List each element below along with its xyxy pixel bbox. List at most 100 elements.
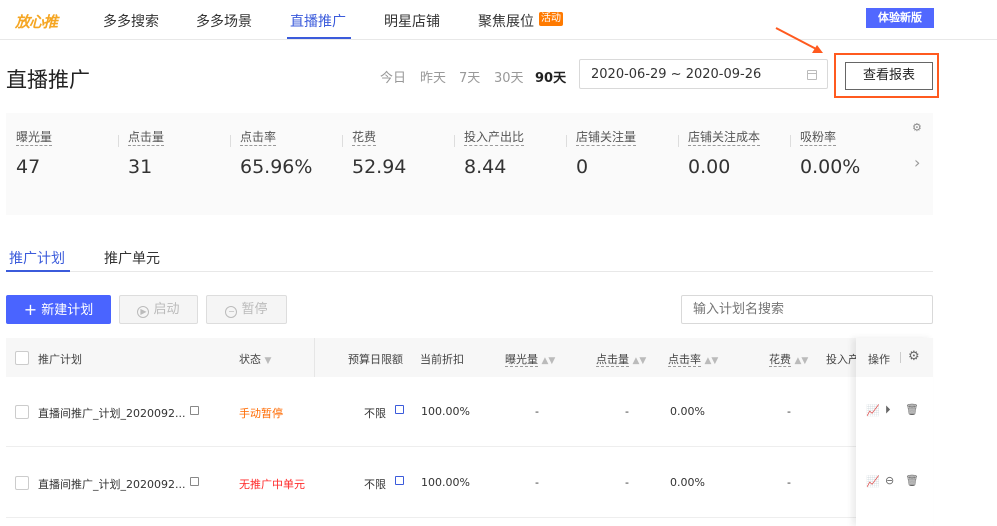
sort-icon[interactable]: ▲▼ [633,356,647,366]
date-range-picker[interactable]: 2020-06-29 ~ 2020-09-26 [579,59,828,89]
column-divider [314,338,315,377]
th-budget: 预算日限额 [348,353,403,366]
discount-value: 100.00% [421,476,470,489]
brand-logo[interactable]: 放心推 [15,11,58,32]
edit-icon[interactable] [395,476,404,485]
nav-item-scene[interactable]: 多多场景 [196,11,252,31]
th-ops: 操作 [868,353,890,366]
chevron-right-icon[interactable]: › [914,153,920,172]
table-header: 推广计划 状态 ▼ 预算日限额 当前折扣 曝光量 ▲▼ 点击量 ▲▼ 点击率 ▲… [6,338,933,377]
tab-active-indicator [6,270,70,272]
pause-icon: − [225,306,238,318]
activity-badge: 活动 [539,12,563,26]
page-title: 直播推广 [6,68,90,92]
stat-fan-rate: 吸粉率 0.00% [790,113,900,215]
tab-units[interactable]: 推广单元 [104,248,160,268]
stat-value: 31 [128,156,153,178]
stat-value: 65.96% [240,156,313,178]
play-icon: ▶ [137,306,150,318]
new-plan-label: 新建计划 [41,303,94,318]
stat-label[interactable]: 吸粉率 [800,130,837,146]
stat-divider [790,135,791,147]
stat-label[interactable]: 投入产出比 [464,130,525,146]
operations-column: 操作 ⚙ 📈 ⏵ 🗑 📈 ⊖ 🗑 [856,338,933,526]
impressions-value: - [535,476,539,489]
start-label: 启动 [153,302,180,317]
ctr-value: 0.00% [670,476,705,489]
stat-value: 8.44 [464,156,507,178]
pause-label: 暂停 [241,302,268,317]
tab-plans[interactable]: 推广计划 [9,248,65,268]
nav-item-focus-booth[interactable]: 聚焦展位 [478,11,534,31]
impressions-value: - [535,405,539,418]
th-clicks-label: 点击量 [596,353,629,367]
sort-icon[interactable]: ▲▼ [705,356,719,366]
th-clicks[interactable]: 点击量 ▲▼ [596,351,646,367]
stat-value: 0.00 [688,156,731,178]
stat-divider [454,135,455,147]
annotation-arrow-icon [775,27,823,53]
range-30days[interactable]: 30天 [494,67,524,86]
th-roi: 投入产 [826,353,859,366]
nav-item-live[interactable]: 直播推广 [290,11,346,31]
th-ctr[interactable]: 点击率 ▲▼ [668,351,718,367]
edit-icon[interactable] [190,406,199,415]
play-icon[interactable]: ⏵ [885,403,891,417]
range-today[interactable]: 今日 [380,67,406,86]
pause-button[interactable]: − 暂停 [206,295,287,324]
trash-icon[interactable]: 🗑 [905,403,919,416]
stat-divider [678,135,679,147]
view-report-button[interactable]: 查看报表 [845,62,933,90]
plan-name[interactable]: 直播间推广_计划_2020092... [38,476,185,492]
chart-icon[interactable]: 📈 [866,404,880,417]
stat-label[interactable]: 曝光量 [16,130,53,146]
start-button[interactable]: ▶ 启动 [119,295,198,324]
nav-item-search[interactable]: 多多搜索 [103,11,159,31]
plan-search-input[interactable] [681,295,933,324]
operations-header: 操作 ⚙ [856,338,933,377]
stat-label[interactable]: 店铺关注量 [576,130,637,146]
stat-label[interactable]: 点击率 [240,130,277,146]
stat-roi: 投入产出比 8.44 [454,113,564,215]
filter-icon[interactable]: ▼ [265,356,272,366]
clicks-value: - [625,405,629,418]
range-7days[interactable]: 7天 [459,67,480,86]
row-checkbox[interactable] [15,476,29,490]
cost-value: - [787,405,791,418]
stat-value: 0.00% [800,156,861,178]
stat-clicks: 点击量 31 [118,113,228,215]
stat-label[interactable]: 花费 [352,130,377,146]
range-90days[interactable]: 90天 [535,67,566,86]
trash-icon[interactable]: 🗑 [905,474,919,487]
column-settings-gear-icon[interactable]: ⚙ [908,349,920,364]
th-status[interactable]: 状态 ▼ [239,351,271,367]
ctr-value: 0.00% [670,405,705,418]
nav-active-indicator [287,37,351,39]
try-new-version-button[interactable]: 体验新版 [866,8,934,28]
th-ctr-label: 点击率 [668,353,701,367]
stat-label[interactable]: 点击量 [128,130,165,146]
stat-divider [230,135,231,147]
range-yesterday[interactable]: 昨天 [420,67,446,86]
sort-icon[interactable]: ▲▼ [542,356,556,366]
stat-shop-follows: 店铺关注量 0 [566,113,676,215]
status-badge: 无推广中单元 [239,478,305,491]
plan-name[interactable]: 直播间推广_计划_2020092... [38,405,185,421]
edit-icon[interactable] [395,405,404,414]
row-checkbox[interactable] [15,405,29,419]
th-cost[interactable]: 花费 ▲▼ [769,351,808,367]
tabs-divider [6,271,933,272]
settings-gear-icon[interactable]: ⚙ [912,121,922,134]
stat-value: 52.94 [352,156,407,178]
nav-item-star-shop[interactable]: 明星店铺 [384,11,440,31]
stat-label[interactable]: 店铺关注成本 [688,130,761,146]
chart-icon[interactable]: 📈 [866,475,880,488]
th-discount: 当前折扣 [420,353,464,366]
pause-icon[interactable]: ⊖ [885,474,894,487]
new-plan-button[interactable]: + 新建计划 [6,295,111,324]
edit-icon[interactable] [190,477,199,486]
status-badge: 手动暂停 [239,407,283,420]
th-impressions[interactable]: 曝光量 ▲▼ [505,351,555,367]
sort-icon[interactable]: ▲▼ [795,356,809,366]
select-all-checkbox[interactable] [15,351,29,365]
